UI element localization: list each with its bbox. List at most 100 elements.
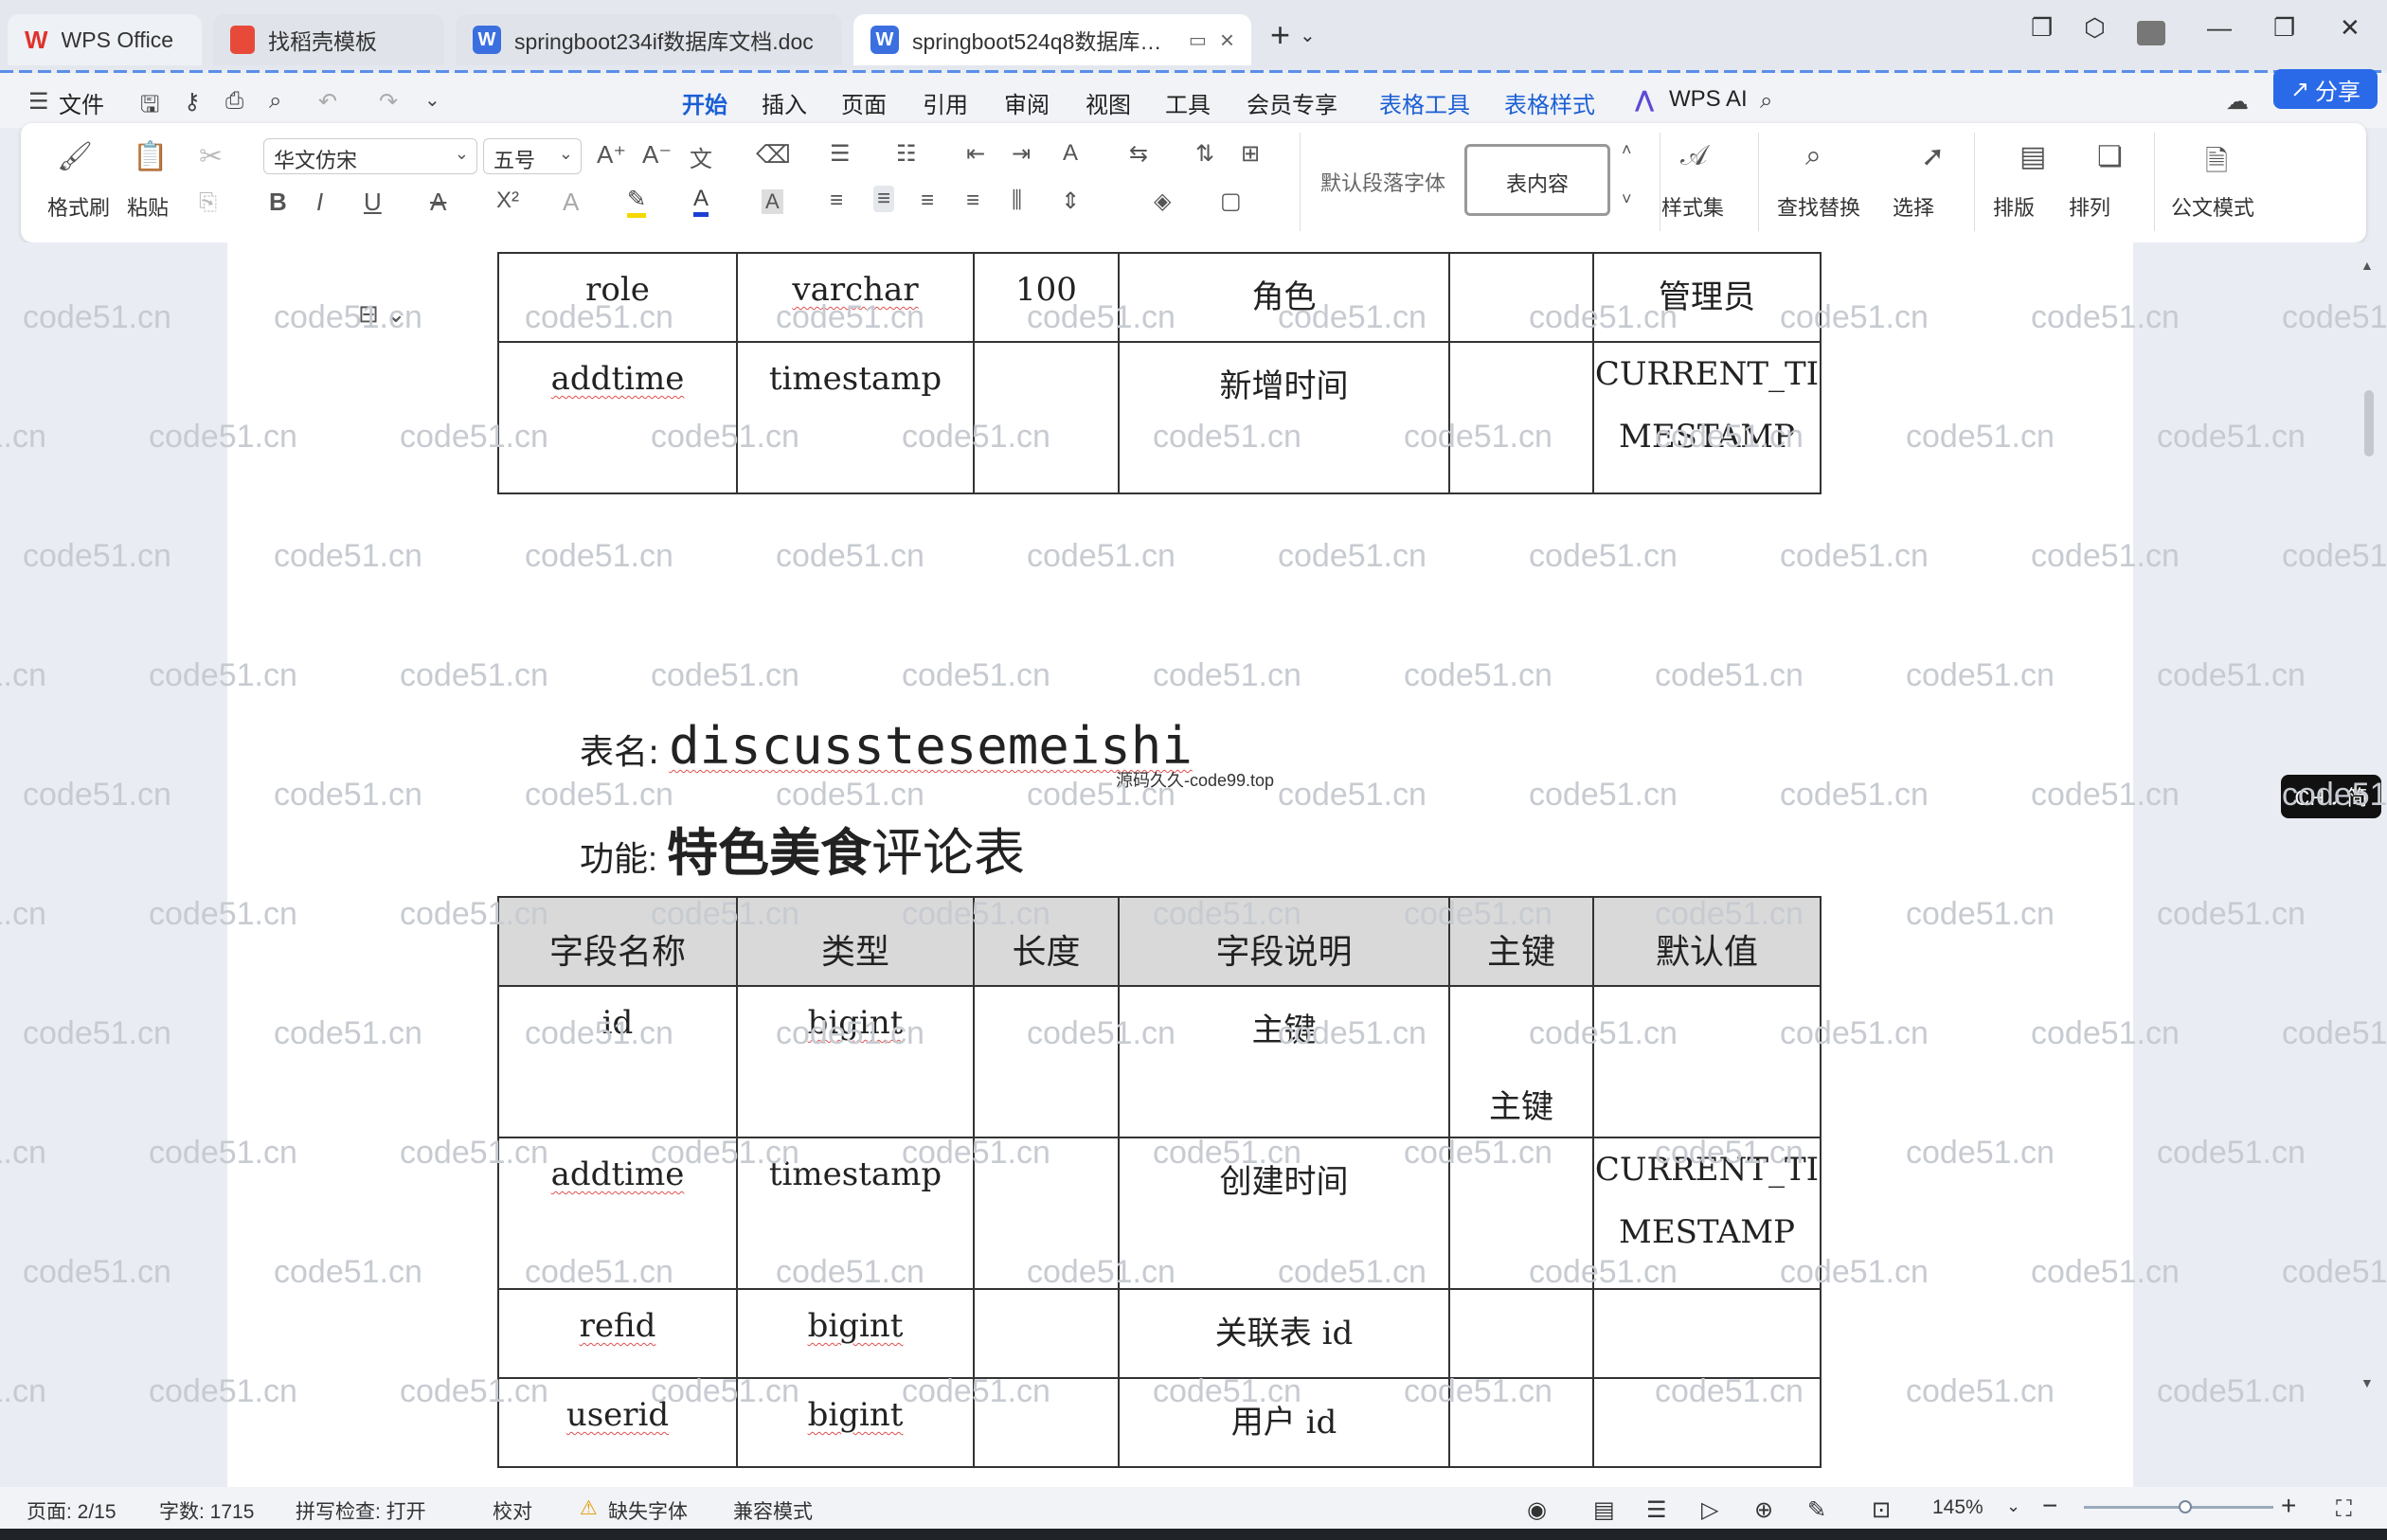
table-cell[interactable] [1592,985,1822,1138]
tab-document-2-active[interactable]: W springboot524q8数据库文档 ▭ × [853,14,1251,65]
style-current-box[interactable]: 表内容 [1464,144,1610,216]
table-name-value[interactable]: discusstesemeishi [669,716,1193,776]
page-view-icon[interactable]: ▤ [1593,1496,1615,1524]
zoom-slider-thumb[interactable] [2179,1500,2192,1513]
align-left-icon[interactable]: ≡ [830,188,843,214]
official-mode-label[interactable]: 公文模式 [2171,191,2254,222]
table-cell-text[interactable]: refid [580,1307,656,1345]
save-icon[interactable]: 🖫 [140,88,159,127]
table-cell[interactable]: 用户 id [1118,1377,1450,1468]
pen-icon[interactable]: ✎ [1807,1496,1826,1524]
page-indicator[interactable]: 页面: 2/15 [27,1496,117,1525]
font-color-icon[interactable]: A [693,186,709,217]
menu-view[interactable]: 视图 [1086,86,1131,119]
vertical-scrollbar[interactable]: ▲ ▼ [2357,248,2383,1479]
table-cell[interactable] [1448,252,1594,343]
cut-icon[interactable]: ✂ [199,140,223,173]
font-name-select[interactable]: 华文仿宋 ⌄ [263,138,477,174]
chinese-layout-icon[interactable]: ⇆ [1129,140,1148,168]
zoom-level[interactable]: 145% [1932,1496,1983,1519]
header-type[interactable]: 类型 [736,896,975,987]
menu-wps-ai[interactable]: WPS AI [1669,86,1748,113]
table-cell[interactable]: 角色 [1118,252,1450,343]
format-painter-label[interactable]: 格式刷 [47,191,110,222]
distribute-icon[interactable]: ⫼ [1012,188,1022,214]
table-cell[interactable] [973,985,1120,1138]
menu-tools[interactable]: 工具 [1165,86,1211,119]
numbered-list-icon[interactable]: ☷ [896,140,917,168]
play-icon[interactable]: ▷ [1701,1496,1718,1524]
style-scroll-up-icon[interactable]: ˄ [1622,140,1632,160]
find-icon[interactable]: ⌕ [1805,140,1822,172]
sort-icon[interactable]: ⇅ [1195,140,1214,168]
show-marks-icon[interactable]: ⊞ [1241,140,1260,168]
proofread[interactable]: 校对 [493,1496,532,1525]
close-tab-icon[interactable]: × [1220,26,1234,55]
bullet-list-icon[interactable]: ☰ [830,140,851,168]
menu-page[interactable]: 页面 [841,86,887,119]
table-cell[interactable] [1448,1137,1594,1290]
redo-icon[interactable]: ↷ [379,88,398,116]
table-cell[interactable] [973,1137,1120,1290]
style-set-icon[interactable]: 𝒜 [1680,140,1707,172]
table-cell[interactable]: 管理员 [1592,252,1822,343]
search-icon[interactable]: ⌕ [1760,88,1772,115]
underline-icon[interactable]: U [364,188,382,217]
arrange-icon[interactable]: ❏ [2097,140,2123,173]
key-icon[interactable]: ⚷ [184,88,201,116]
table-cell[interactable]: varchar [736,252,975,343]
paste-icon[interactable]: 📋 [133,140,168,173]
text-effect-icon[interactable]: A [563,188,579,217]
fullscreen-icon[interactable]: ⛶ [2336,1496,2352,1523]
text-direction-icon[interactable]: A [1063,140,1078,167]
border-icon[interactable]: ▢ [1220,188,1242,215]
tab-wps-office[interactable]: W WPS Office [8,14,202,65]
table-cell[interactable]: 主键 [1118,985,1450,1138]
table-cell[interactable]: 关联表 id [1118,1288,1450,1379]
arrange-label[interactable]: 排列 [2069,191,2110,222]
maximize-icon[interactable]: ❐ [2273,13,2295,43]
header-field-name[interactable]: 字段名称 [497,896,738,987]
chevron-down-icon[interactable]: ⌄ [2006,1496,2020,1516]
function-value-bold[interactable]: 特色美食 [667,825,871,882]
share-button[interactable]: ↗ 分享 [2273,69,2378,109]
close-window-icon[interactable]: ✕ [2340,13,2360,43]
menu-member[interactable]: 会员专享 [1247,86,1337,119]
table-cell-text[interactable]: addtime [551,360,685,398]
cube-icon[interactable]: ⬡ [2084,13,2106,43]
missing-font[interactable]: 缺失字体 [608,1496,688,1525]
undo-icon[interactable]: ↶ [318,88,337,116]
decrease-indent-icon[interactable]: ⇤ [966,140,985,168]
table-cell[interactable]: role [497,252,738,343]
table-cell[interactable]: 新增时间 [1118,341,1450,494]
table-cell[interactable]: timestamp [736,1137,975,1290]
copy-icon[interactable]: ⎘ [199,189,217,216]
header-description[interactable]: 字段说明 [1118,896,1450,987]
scroll-down-icon[interactable]: ▼ [2360,1375,2374,1390]
italic-icon[interactable]: I [316,188,323,217]
table-cell[interactable]: CURRENT_TIMESTAMP [1592,341,1822,494]
outline-view-icon[interactable]: ☰ [1646,1496,1667,1524]
table-cell[interactable] [1448,1288,1594,1379]
style-scroll-down-icon[interactable]: ˅ [1622,189,1632,209]
word-count[interactable]: 字数: 1715 [159,1496,254,1525]
paragraph-style-label[interactable]: 默认段落字体 [1320,167,1445,197]
select-label[interactable]: 选择 [1893,191,1934,222]
header-primary-key[interactable]: 主键 [1448,896,1594,987]
shading-icon[interactable]: ◈ [1154,188,1171,215]
document-page[interactable]: ⊟ ⌄ role varchar 100 角色 管理员 addtime time… [227,242,2133,1487]
print-preview-icon[interactable]: ⌕ [269,88,281,115]
strikethrough-icon[interactable]: A [430,188,446,217]
table-cell-text[interactable]: bigint [808,1004,904,1042]
table-cell[interactable] [973,1377,1120,1468]
menu-insert[interactable]: 插入 [762,86,807,119]
table-cell-text[interactable]: bigint [808,1396,904,1434]
web-view-icon[interactable]: ⊕ [1754,1496,1773,1524]
font-size-select[interactable]: 五号 ⌄ [483,138,582,174]
scroll-thumb[interactable] [2364,390,2374,457]
menu-icon[interactable]: ☰ [28,88,49,116]
table-cell[interactable] [1448,1377,1594,1468]
header-length[interactable]: 长度 [973,896,1120,987]
line-spacing-icon[interactable]: ⇕ [1061,188,1080,215]
layout-label[interactable]: 排版 [1993,191,2035,222]
